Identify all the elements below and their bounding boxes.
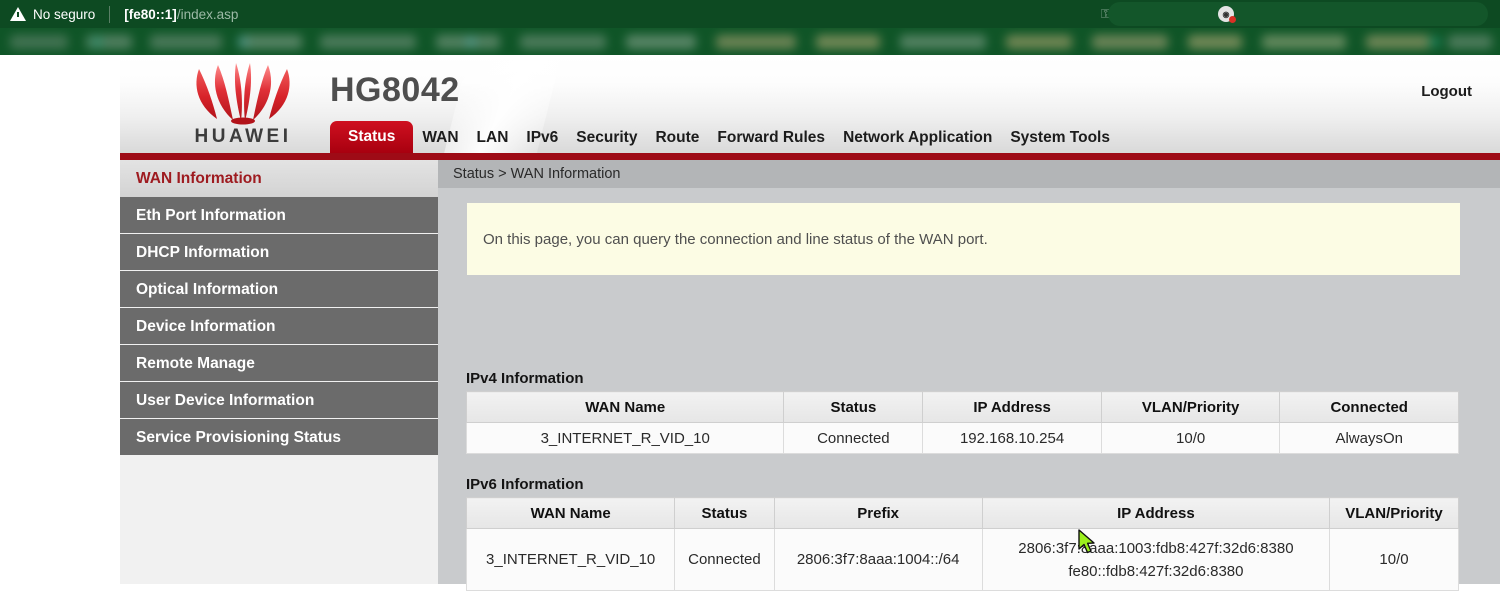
- url-path: /index.asp: [177, 7, 239, 22]
- nav-tab-ipv6[interactable]: IPv6: [517, 123, 567, 153]
- main-navigation: StatusWANLANIPv6SecurityRouteForward Rul…: [330, 119, 1119, 153]
- bookmarks-bar[interactable]: [0, 28, 1500, 55]
- ipv6-col-status: Status: [675, 498, 774, 529]
- privacy-badger-extension-icon[interactable]: ◉: [1211, 2, 1241, 26]
- table-header-row: WAN NameStatusIP AddressVLAN/PriorityCon…: [467, 392, 1459, 423]
- bookmark-item-blur[interactable]: [10, 35, 68, 49]
- table-cell: AlwaysOn: [1280, 423, 1459, 454]
- bookmark-favicon-blur[interactable]: [466, 37, 476, 47]
- ipv6-col-wan-name: WAN Name: [467, 498, 675, 529]
- table-row: 3_INTERNET_R_VID_10Connected192.168.10.2…: [467, 423, 1459, 454]
- table-cell: 192.168.10.254: [923, 423, 1102, 454]
- bookmark-item-blur[interactable]: [150, 35, 222, 49]
- main-content: Status > WAN Information On this page, y…: [438, 160, 1500, 584]
- bookmark-item-blur[interactable]: [320, 35, 416, 49]
- ipv4-col-connected: Connected: [1280, 392, 1459, 423]
- sidebar-item-service-provisioning-status[interactable]: Service Provisioning Status: [120, 419, 438, 456]
- nav-underline: [120, 153, 1500, 160]
- bookmark-item-blur[interactable]: [1448, 35, 1492, 49]
- bookmark-item-blur[interactable]: [1262, 35, 1346, 49]
- bookmarks-blurred-strip: [0, 35, 1500, 49]
- nav-tab-forward-rules[interactable]: Forward Rules: [708, 123, 834, 153]
- table-cell-prefix: 2806:3f7:8aaa:1004::/64: [774, 529, 982, 591]
- ipv4-table-caption: IPv4 Information: [466, 370, 584, 387]
- ipv4-col-vlan-priority: VLAN/Priority: [1101, 392, 1280, 423]
- ipv4-information-table: WAN NameStatusIP AddressVLAN/PriorityCon…: [466, 391, 1459, 454]
- breadcrumb: Status > WAN Information: [438, 160, 1500, 188]
- bookmark-item-blur[interactable]: [1188, 35, 1242, 49]
- nav-tab-security[interactable]: Security: [567, 123, 646, 153]
- brand-logo-block: HUAWEI: [152, 63, 334, 149]
- sidebar-item-wan-information[interactable]: WAN Information: [120, 160, 438, 197]
- table-header-row: WAN NameStatusPrefixIP AddressVLAN/Prior…: [467, 498, 1459, 529]
- info-banner: On this page, you can query the connecti…: [467, 203, 1460, 275]
- nav-tab-wan[interactable]: WAN: [413, 123, 467, 153]
- browser-toolbar: No seguro [fe80::1]/index.asp ⚿ A⇩ ⊕ ☆ ◉…: [0, 0, 1500, 28]
- ipv6-information-table: WAN NameStatusPrefixIP AddressVLAN/Prior…: [466, 497, 1459, 591]
- table-cell-wan-name: 3_INTERNET_R_VID_10: [467, 529, 675, 591]
- nav-tab-network-application[interactable]: Network Application: [834, 123, 1001, 153]
- ipv6-col-ip-address: IP Address: [982, 498, 1329, 529]
- sidebar-item-optical-information[interactable]: Optical Information: [120, 271, 438, 308]
- bookmark-item-blur[interactable]: [1092, 35, 1168, 49]
- ipv4-col-status: Status: [784, 392, 923, 423]
- ipv6-col-vlan-priority: VLAN/Priority: [1330, 498, 1459, 529]
- sidebar-item-device-information[interactable]: Device Information: [120, 308, 438, 345]
- security-label: No seguro: [33, 7, 95, 22]
- bookmark-item-blur[interactable]: [716, 35, 796, 49]
- toolbar-extensions-pill: [1108, 2, 1488, 26]
- url-host: [fe80::1]: [124, 7, 177, 22]
- logout-button[interactable]: Logout: [1421, 83, 1472, 100]
- ipv4-col-wan-name: WAN Name: [467, 392, 784, 423]
- table-cell: 10/0: [1101, 423, 1280, 454]
- nav-tab-system-tools[interactable]: System Tools: [1001, 123, 1119, 153]
- table-cell-vlan-priority: 10/0: [1330, 529, 1459, 591]
- warning-triangle-icon: [10, 7, 26, 21]
- sidebar-menu: WAN InformationEth Port InformationDHCP …: [120, 160, 438, 584]
- router-web-ui: HUAWEI HG8042 Logout StatusWANLANIPv6Sec…: [120, 55, 1500, 584]
- huawei-wordmark: HUAWEI: [152, 126, 334, 148]
- bookmark-favicon-blur[interactable]: [1430, 37, 1440, 47]
- bookmark-item-blur[interactable]: [626, 35, 696, 49]
- table-cell: Connected: [784, 423, 923, 454]
- huawei-flower-logo: [191, 63, 295, 125]
- page-header: HUAWEI HG8042 Logout StatusWANLANIPv6Sec…: [120, 55, 1500, 153]
- bookmark-favicon-blur[interactable]: [92, 37, 102, 47]
- ipv6-address: 2806:3f7:8aaa:1003:fdb8:427f:32d6:8380: [983, 537, 1329, 560]
- page-title: HG8042: [330, 71, 460, 110]
- nav-tab-status[interactable]: Status: [330, 121, 413, 153]
- bookmark-favicon-blur[interactable]: [238, 37, 248, 47]
- ipv6-address: fe80::fdb8:427f:32d6:8380: [983, 560, 1329, 583]
- ipv6-col-prefix: Prefix: [774, 498, 982, 529]
- bookmark-item-blur[interactable]: [816, 35, 880, 49]
- info-banner-text: On this page, you can query the connecti…: [483, 231, 988, 248]
- content-wrapper: WAN InformationEth Port InformationDHCP …: [120, 160, 1500, 584]
- sidebar-item-remote-manage[interactable]: Remote Manage: [120, 345, 438, 382]
- bookmark-item-blur[interactable]: [240, 35, 302, 49]
- sidebar-item-eth-port-information[interactable]: Eth Port Information: [120, 197, 438, 234]
- table-row: 3_INTERNET_R_VID_10Connected2806:3f7:8aa…: [467, 529, 1459, 591]
- ipv6-table-caption: IPv6 Information: [466, 476, 584, 493]
- site-security-badge[interactable]: No seguro: [10, 7, 95, 22]
- table-cell: 3_INTERNET_R_VID_10: [467, 423, 784, 454]
- bookmark-item-blur[interactable]: [900, 35, 986, 49]
- nav-tab-lan[interactable]: LAN: [468, 123, 518, 153]
- sidebar-item-user-device-information[interactable]: User Device Information: [120, 382, 438, 419]
- table-cell-status: Connected: [675, 529, 774, 591]
- nav-tab-route[interactable]: Route: [646, 123, 708, 153]
- ipv4-col-ip-address: IP Address: [923, 392, 1102, 423]
- bookmark-item-blur[interactable]: [520, 35, 606, 49]
- sidebar-item-dhcp-information[interactable]: DHCP Information: [120, 234, 438, 271]
- address-bar[interactable]: [fe80::1]/index.asp: [124, 7, 238, 22]
- bookmark-item-blur[interactable]: [1006, 35, 1072, 49]
- table-cell-ip-addresses: 2806:3f7:8aaa:1003:fdb8:427f:32d6:8380fe…: [982, 529, 1329, 591]
- bookmark-item-blur[interactable]: [1366, 35, 1430, 49]
- url-divider: [109, 6, 110, 23]
